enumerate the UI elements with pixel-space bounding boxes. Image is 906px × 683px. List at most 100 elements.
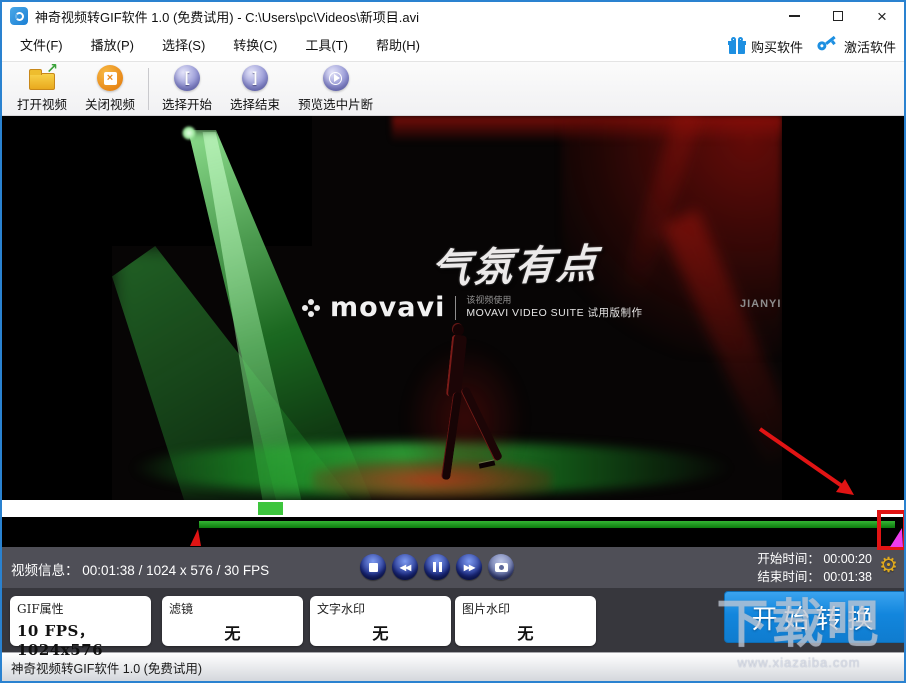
snapshot-button[interactable] bbox=[488, 554, 514, 580]
rewind-button[interactable]: ◀◀ bbox=[392, 554, 418, 580]
fast-forward-button[interactable]: ▶▶ bbox=[456, 554, 482, 580]
minimize-button[interactable] bbox=[772, 2, 816, 30]
close-video-label: 关闭视频 bbox=[85, 98, 136, 112]
app-window: 神奇视频转GIF软件 1.0 (免费试用) - C:\Users\pc\Vide… bbox=[0, 0, 906, 683]
close-button[interactable]: × bbox=[860, 2, 904, 30]
settings-gear-icon[interactable]: ⚙ bbox=[879, 555, 898, 576]
gift-icon bbox=[727, 36, 746, 54]
end-time-row: 结束时间： 00:01:38 bbox=[757, 569, 872, 587]
open-video-label: 打开视频 bbox=[17, 98, 68, 112]
open-video-button[interactable]: ↗ 打开视频 bbox=[8, 60, 76, 115]
window-controls: × bbox=[772, 2, 904, 30]
filter-card[interactable]: 滤镜 无 bbox=[162, 596, 303, 646]
movavi-logo-text: movavi bbox=[330, 292, 446, 323]
video-title-overlay: 气氛有点 bbox=[429, 240, 601, 294]
menu-convert[interactable]: 转换(C) bbox=[219, 30, 291, 61]
movavi-watermark-line2: MOVAVI VIDEO SUITE 试用版制作 bbox=[466, 306, 643, 319]
preview-play-icon bbox=[322, 65, 349, 91]
start-convert-button[interactable]: 开始转换 bbox=[724, 591, 904, 643]
video-preview-area: 气氛有点 movavi 该视频使用 MOVAVI VIDEO SUITE 试用版… bbox=[2, 116, 904, 500]
movavi-divider bbox=[455, 295, 457, 320]
time-range: 开始时间： 00:00:20 结束时间： 00:01:38 bbox=[757, 551, 872, 586]
menu-select[interactable]: 选择(S) bbox=[148, 30, 219, 61]
status-text: 神奇视频转GIF软件 1.0 (免费试用) bbox=[11, 661, 202, 676]
video-info: 视频信息： 00:01:38 / 1024 x 576 / 30 FPS bbox=[11, 559, 269, 579]
pause-button[interactable] bbox=[424, 554, 450, 580]
select-end-button[interactable]: ] 选择结束 bbox=[221, 63, 289, 115]
video-corner-text: JIANYI bbox=[740, 298, 782, 310]
menu-file[interactable]: 文件(F) bbox=[6, 30, 77, 61]
selection-range-bar bbox=[199, 521, 895, 528]
stop-button[interactable] bbox=[360, 554, 386, 580]
select-end-icon: ] bbox=[242, 65, 269, 91]
menu-play[interactable]: 播放(P) bbox=[77, 30, 148, 61]
close-icon: × bbox=[877, 6, 887, 26]
filter-value: 无 bbox=[224, 624, 241, 643]
maximize-icon bbox=[833, 11, 843, 21]
buy-software-label: 购买软件 bbox=[750, 39, 803, 55]
open-folder-icon: ↗ bbox=[29, 60, 58, 90]
start-time-row: 开始时间： 00:00:20 bbox=[757, 551, 872, 569]
rewind-icon: ◀◀ bbox=[399, 562, 411, 572]
gif-properties-value: 10 FPS， 1024x576 bbox=[17, 622, 104, 659]
preview-selection-button[interactable]: 预览选中片断 bbox=[289, 63, 382, 115]
transport-controls: ◀◀ ▶▶ bbox=[360, 554, 514, 580]
gif-properties-card[interactable]: GIF属性 10 FPS， 1024x576 bbox=[10, 596, 151, 659]
pause-icon bbox=[432, 562, 442, 572]
movavi-watermark-line1: 该视频使用 bbox=[466, 295, 512, 306]
end-time-label: 结束时间： bbox=[757, 569, 820, 584]
start-time-label: 开始时间： bbox=[757, 552, 820, 566]
menubar: 文件(F) 播放(P) 选择(S) 转换(C) 工具(T) 帮助(H) 购买软件… bbox=[2, 30, 904, 62]
preview-selection-label: 预览选中片断 bbox=[298, 98, 374, 112]
start-time-value: 00:00:20 bbox=[823, 552, 872, 566]
activate-software-button[interactable]: 激活软件 bbox=[815, 35, 896, 56]
folder-arrow-icon: ↗ bbox=[46, 59, 58, 76]
app-logo-glyph bbox=[14, 11, 24, 21]
image-watermark-card[interactable]: 图片水印 无 bbox=[455, 596, 596, 646]
filter-label: 滤镜 bbox=[169, 602, 194, 616]
stage-green-beam-wide bbox=[112, 246, 352, 500]
close-video-icon: × bbox=[97, 65, 124, 91]
menubar-right: 购买软件 激活软件 bbox=[727, 30, 896, 62]
close-video-button[interactable]: × 关闭视频 bbox=[76, 63, 144, 115]
menu-help[interactable]: 帮助(H) bbox=[362, 30, 434, 61]
seek-thumb[interactable] bbox=[258, 502, 283, 515]
toolbar: ↗ 打开视频 × 关闭视频 [ 选择开始 ] 选择结束 预览选中片断 bbox=[2, 60, 904, 116]
select-end-label: 选择结束 bbox=[230, 98, 281, 112]
stage-dark-corner bbox=[112, 116, 312, 246]
stage-spotlight-source bbox=[182, 126, 196, 140]
settings-panel-area: GIF属性 10 FPS， 1024x576 滤镜 无 文字水印 无 图片水印 … bbox=[2, 588, 904, 659]
key-icon bbox=[815, 33, 843, 59]
video-frame: 气氛有点 movavi 该视频使用 MOVAVI VIDEO SUITE 试用版… bbox=[112, 116, 782, 500]
dancer-silhouette bbox=[405, 324, 525, 496]
timeline[interactable] bbox=[2, 517, 904, 547]
stage-floor-red bbox=[312, 460, 552, 500]
activate-software-label: 激活软件 bbox=[843, 39, 896, 55]
app-logo-icon bbox=[10, 7, 28, 25]
menu-tools[interactable]: 工具(T) bbox=[291, 30, 362, 61]
text-watermark-label: 文字水印 bbox=[317, 602, 366, 616]
video-info-label: 视频信息： bbox=[11, 563, 79, 578]
movavi-logo-icon bbox=[302, 298, 320, 317]
text-watermark-card[interactable]: 文字水印 无 bbox=[310, 596, 451, 646]
select-start-button[interactable]: [ 选择开始 bbox=[153, 63, 221, 115]
stage-red-curtain bbox=[392, 116, 782, 142]
text-watermark-value: 无 bbox=[372, 624, 389, 643]
info-bar: 视频信息： 00:01:38 / 1024 x 576 / 30 FPS ◀◀ … bbox=[2, 547, 904, 588]
seek-bar[interactable] bbox=[2, 500, 904, 517]
image-watermark-value: 无 bbox=[517, 624, 534, 643]
stage-red-beam bbox=[660, 209, 782, 463]
select-start-icon: [ bbox=[174, 65, 201, 91]
buy-software-button[interactable]: 购买软件 bbox=[727, 36, 803, 56]
image-watermark-label: 图片水印 bbox=[462, 602, 511, 616]
camera-icon bbox=[494, 562, 508, 572]
video-info-value: 00:01:38 / 1024 x 576 / 30 FPS bbox=[82, 563, 270, 578]
stage-floor-green bbox=[132, 442, 732, 494]
maximize-button[interactable] bbox=[816, 2, 860, 30]
minimize-icon bbox=[788, 15, 800, 17]
titlebar: 神奇视频转GIF软件 1.0 (免费试用) - C:\Users\pc\Vide… bbox=[2, 2, 904, 30]
movavi-watermark: movavi 该视频使用 MOVAVI VIDEO SUITE 试用版制作 bbox=[302, 292, 643, 323]
end-time-value: 00:01:38 bbox=[823, 569, 872, 584]
toolbar-separator bbox=[148, 67, 150, 110]
select-start-label: 选择开始 bbox=[162, 98, 213, 112]
